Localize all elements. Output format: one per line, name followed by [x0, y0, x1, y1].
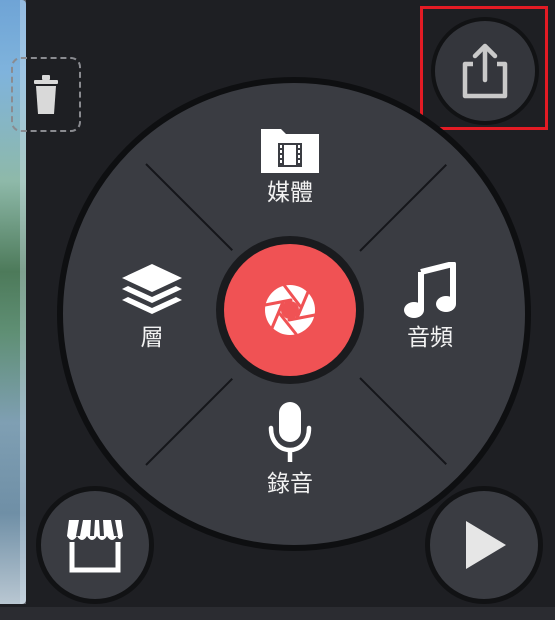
share-upload-icon — [462, 43, 508, 99]
wheel-divider — [359, 377, 447, 465]
wheel-divider — [359, 164, 447, 252]
delete-drop-zone[interactable] — [11, 57, 81, 132]
layer-button[interactable]: 層 — [114, 262, 190, 352]
share-button[interactable] — [431, 17, 539, 125]
music-note-icon — [404, 262, 456, 318]
play-button[interactable] — [425, 486, 543, 604]
asset-store-button[interactable] — [36, 486, 154, 604]
capture-button[interactable] — [216, 236, 364, 384]
store-awning-icon — [67, 520, 123, 573]
audio-button[interactable]: 音頻 — [392, 262, 468, 352]
layers-icon — [122, 264, 182, 314]
audio-label: 音頻 — [407, 325, 453, 351]
capture-button-face — [224, 244, 356, 376]
camera-shutter-icon — [263, 283, 317, 336]
wheel-divider — [145, 378, 233, 466]
film-folder-icon — [261, 129, 319, 173]
trash-icon — [34, 74, 58, 114]
record-label: 錄音 — [267, 471, 313, 497]
play-icon — [466, 521, 506, 569]
layer-label: 層 — [140, 325, 164, 351]
timeline-strip — [0, 607, 555, 620]
microphone-icon — [268, 402, 312, 462]
media-button[interactable]: 媒體 — [254, 125, 326, 207]
record-button[interactable]: 錄音 — [252, 400, 328, 498]
media-label: 媒體 — [267, 180, 313, 206]
wheel-divider — [145, 163, 233, 251]
